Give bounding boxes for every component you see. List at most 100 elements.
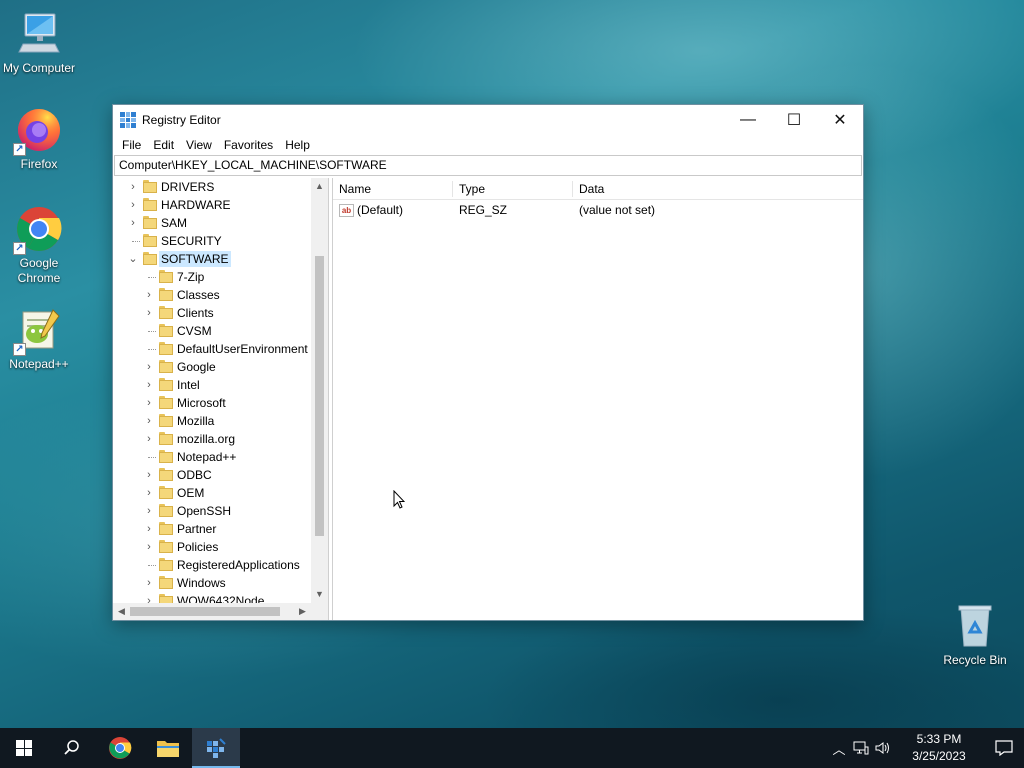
chevron-right-icon[interactable]: › [144, 541, 154, 553]
title-bar[interactable]: Registry Editor — ☐ ✕ [113, 105, 863, 135]
scroll-right-icon[interactable]: ▶ [294, 603, 311, 620]
search-button[interactable] [48, 728, 96, 768]
tree-horizontal-scrollbar[interactable]: ◀ ▶ [113, 603, 311, 620]
taskbar-clock[interactable]: 5:33 PM 3/25/2023 [900, 731, 978, 765]
menu-favorites[interactable]: Favorites [218, 138, 279, 152]
taskbar-registry-editor-button[interactable] [192, 728, 240, 768]
menu-help[interactable]: Help [279, 138, 316, 152]
show-hidden-icons-chevron-up-icon[interactable]: ︿ [828, 728, 850, 768]
tree-connector [148, 457, 156, 458]
chevron-right-icon[interactable]: › [128, 199, 138, 211]
chevron-right-icon[interactable]: › [144, 595, 154, 603]
chevron-right-icon[interactable]: › [128, 181, 138, 193]
desktop-icon-my-computer[interactable]: My Computer [1, 10, 77, 76]
tree-item[interactable]: SECURITY [113, 232, 311, 250]
chevron-right-icon[interactable]: › [144, 523, 154, 535]
scroll-down-icon[interactable]: ▼ [311, 586, 328, 603]
taskbar: ︿ 5:33 PM 3/25/2023 [0, 728, 1024, 768]
desktop-icon-label: My Computer [2, 61, 76, 75]
tree-item-label: DRIVERS [161, 180, 215, 194]
tree-item[interactable]: › OEM [113, 484, 311, 502]
tree-item[interactable]: DefaultUserEnvironment [113, 340, 311, 358]
tree-item[interactable]: › SAM [113, 214, 311, 232]
menu-view[interactable]: View [180, 138, 218, 152]
list-item[interactable]: ab (Default) REG_SZ (value not set) [333, 200, 863, 220]
folder-icon [143, 252, 157, 265]
mouse-cursor-icon [393, 490, 405, 509]
maximize-button[interactable]: ☐ [771, 105, 817, 135]
folder-icon [143, 180, 157, 193]
tree-item[interactable]: › WOW6432Node [113, 592, 311, 603]
scroll-thumb[interactable] [315, 256, 324, 536]
desktop-icon-firefox[interactable]: ↗ Firefox [1, 106, 77, 172]
tree-item-label: Classes [177, 288, 220, 302]
chevron-right-icon[interactable]: › [128, 217, 138, 229]
tree-item[interactable]: › Microsoft [113, 394, 311, 412]
chevron-right-icon[interactable]: › [144, 469, 154, 481]
desktop-icon-label: Firefox [20, 157, 58, 171]
values-list-pane: Name Type Data ab (Default) REG_SZ (valu… [333, 178, 863, 620]
tree-item[interactable]: › Windows [113, 574, 311, 592]
taskbar-file-explorer-button[interactable] [144, 728, 192, 768]
tree-item[interactable]: › Google [113, 358, 311, 376]
chevron-down-icon[interactable]: ⌄ [128, 253, 138, 265]
start-button[interactable] [0, 728, 48, 768]
chevron-right-icon[interactable]: › [144, 361, 154, 373]
chevron-right-icon[interactable]: › [144, 379, 154, 391]
chevron-right-icon[interactable]: › [144, 505, 154, 517]
desktop-icon-google-chrome[interactable]: ↗ Google Chrome [1, 205, 77, 286]
tree-item[interactable]: CVSM [113, 322, 311, 340]
system-tray: ︿ 5:33 PM 3/25/2023 [828, 728, 1024, 768]
column-header-name[interactable]: Name [333, 178, 453, 200]
folder-icon [159, 450, 173, 463]
tree-item[interactable]: › mozilla.org [113, 430, 311, 448]
action-center-button[interactable] [984, 728, 1024, 768]
tree-item[interactable]: › Mozilla [113, 412, 311, 430]
tree-item[interactable]: 7-Zip [113, 268, 311, 286]
column-header-data[interactable]: Data [573, 178, 773, 200]
chevron-right-icon[interactable]: › [144, 307, 154, 319]
column-header-type[interactable]: Type [453, 178, 573, 200]
tree-vertical-scrollbar[interactable]: ▲ ▼ [311, 178, 328, 603]
scroll-up-icon[interactable]: ▲ [311, 178, 328, 195]
menu-file[interactable]: File [116, 138, 147, 152]
taskbar-chrome-button[interactable] [96, 728, 144, 768]
tree-item-label: CVSM [177, 324, 212, 338]
chrome-icon: ↗ [13, 205, 63, 255]
tree-item[interactable]: › HARDWARE [113, 196, 311, 214]
tree-item-label: Partner [177, 522, 217, 536]
desktop-icon-notepad-plus-plus[interactable]: ↗ Notepad++ [1, 306, 77, 372]
tree-item[interactable]: RegisteredApplications [113, 556, 311, 574]
minimize-button[interactable]: — [725, 105, 771, 135]
folder-icon [159, 468, 173, 481]
desktop-icon-recycle-bin[interactable]: Recycle Bin [937, 602, 1013, 668]
network-icon[interactable] [850, 728, 872, 768]
tree-item[interactable]: › ODBC [113, 466, 311, 484]
folder-icon [159, 288, 173, 301]
address-bar[interactable]: Computer\HKEY_LOCAL_MACHINE\SOFTWARE [114, 155, 862, 176]
scroll-thumb[interactable] [130, 607, 280, 616]
tree-item[interactable]: › Classes [113, 286, 311, 304]
folder-icon [159, 522, 173, 535]
tree-item[interactable]: › Policies [113, 538, 311, 556]
scroll-left-icon[interactable]: ◀ [113, 603, 130, 620]
chevron-right-icon[interactable]: › [144, 415, 154, 427]
close-icon: ✕ [833, 112, 847, 129]
tree-item[interactable]: › DRIVERS [113, 178, 311, 196]
chevron-right-icon[interactable]: › [144, 397, 154, 409]
tree-item[interactable]: › Clients [113, 304, 311, 322]
menu-edit[interactable]: Edit [147, 138, 180, 152]
tree-item[interactable]: Notepad++ [113, 448, 311, 466]
tree-item[interactable]: › Partner [113, 520, 311, 538]
chevron-right-icon[interactable]: › [144, 433, 154, 445]
chevron-right-icon[interactable]: › [144, 487, 154, 499]
computer-icon [15, 10, 63, 58]
tree-item-label: Microsoft [177, 396, 226, 410]
volume-icon[interactable] [872, 728, 894, 768]
chevron-right-icon[interactable]: › [144, 289, 154, 301]
tree-item[interactable]: ⌄ SOFTWARE [113, 250, 311, 268]
close-button[interactable]: ✕ [817, 105, 863, 135]
chevron-right-icon[interactable]: › [144, 577, 154, 589]
tree-item[interactable]: › Intel [113, 376, 311, 394]
tree-item[interactable]: › OpenSSH [113, 502, 311, 520]
